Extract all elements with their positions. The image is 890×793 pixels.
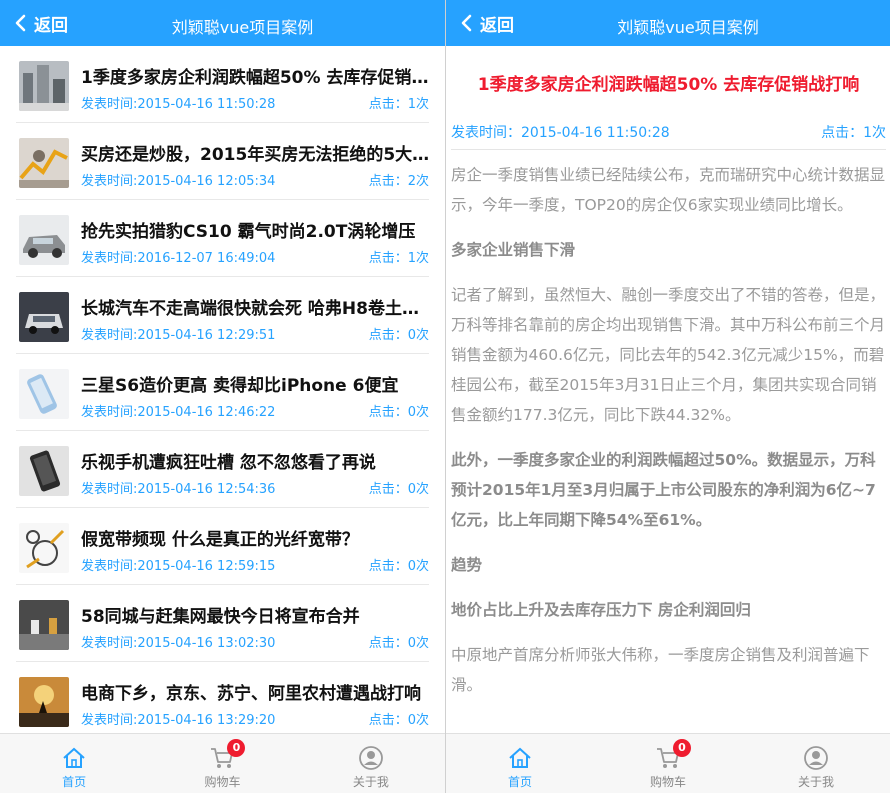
news-title: 电商下乡，京东、苏宁、阿里农村遭遇战打响 bbox=[81, 684, 421, 704]
user-icon bbox=[358, 746, 383, 770]
news-time: 发表时间:2015-04-16 12:46:22 bbox=[81, 405, 276, 420]
article-time: 发表时间：2015-04-16 11:50:28 bbox=[451, 125, 670, 141]
news-clicks: 点击：2次 bbox=[368, 174, 429, 189]
home-icon bbox=[63, 747, 85, 768]
tab-cart-label: 购物车 bbox=[204, 775, 241, 789]
news-clicks: 点击：0次 bbox=[368, 482, 429, 497]
page-title: 刘颖聪vue项目案例 bbox=[617, 18, 759, 37]
news-title: 1季度多家房企利润跌幅超50% 去库存促销战打响 bbox=[81, 68, 431, 88]
tab-home[interactable]: 首页 bbox=[0, 734, 148, 793]
news-item[interactable]: 长城汽车不走高端很快就会死 哈弗H8卷土重来 发表时间:2015-04-16 1… bbox=[16, 277, 431, 354]
thumbnail-image bbox=[19, 677, 69, 727]
news-clicks: 点击：0次 bbox=[368, 328, 429, 343]
news-item[interactable]: 电商下乡，京东、苏宁、阿里农村遭遇战打响 发表时间:2015-04-16 13:… bbox=[16, 662, 429, 733]
news-item[interactable]: 三星S6造价更高 卖得却比iPhone 6便宜 发表时间:2015-04-16 … bbox=[16, 354, 429, 431]
thumbnail-image bbox=[19, 446, 69, 496]
news-list: 1季度多家房企利润跌幅超50% 去库存促销战打响 发表时间:2015-04-16… bbox=[0, 46, 445, 733]
page-title: 刘颖聪vue项目案例 bbox=[171, 18, 314, 37]
news-clicks: 点击：0次 bbox=[368, 636, 429, 651]
news-time: 发表时间:2015-04-16 12:54:36 bbox=[81, 482, 276, 497]
news-title: 买房还是炒股，2015年买房无法拒绝的5大理由 bbox=[81, 145, 431, 165]
news-item[interactable]: 58同城与赶集网最快今日将宣布合并 发表时间:2015-04-16 13:02:… bbox=[16, 585, 429, 662]
article-paragraph: 房企一季度销售业绩已经陆续公布，克而瑞研究中心统计数据显示，今年一季度，TOP2… bbox=[451, 166, 886, 214]
news-time: 发表时间:2015-04-16 11:50:28 bbox=[81, 97, 276, 112]
article-subheading: 趋势 bbox=[451, 556, 483, 574]
news-clicks: 点击：0次 bbox=[368, 405, 429, 420]
tab-bar: 首页 0 购物车 关于我 bbox=[0, 733, 445, 793]
article-paragraph: 记者了解到，虽然恒大、融创一季度交出了不错的答卷，但是，万科等排名靠前的房企均出… bbox=[451, 286, 886, 424]
news-title: 假宽带频现 什么是真正的光纤宽带？ bbox=[81, 530, 359, 550]
article-body: 房企一季度销售业绩已经陆续公布，克而瑞研究中心统计数据显示，今年一季度，TOP2… bbox=[451, 160, 886, 700]
news-title: 乐视手机遭疯狂吐槽 忽不忽悠看了再说 bbox=[81, 453, 376, 473]
news-list-screen: 返回 刘颖聪vue项目案例 1季度多家房企利润跌幅超50% 去库存促销战打响 发… bbox=[0, 0, 445, 793]
tab-home-label: 首页 bbox=[62, 775, 87, 789]
news-clicks: 点击：0次 bbox=[368, 713, 429, 728]
thumbnail-image bbox=[19, 523, 69, 573]
news-item[interactable]: 1季度多家房企利润跌幅超50% 去库存促销战打响 发表时间:2015-04-16… bbox=[16, 46, 431, 123]
news-time: 发表时间:2015-04-16 12:05:34 bbox=[81, 174, 276, 189]
thumbnail-image bbox=[19, 138, 69, 188]
article-title: 1季度多家房企利润跌幅超50% 去库存促销战打响 bbox=[477, 75, 860, 95]
news-title: 58同城与赶集网最快今日将宣布合并 bbox=[81, 607, 360, 627]
article-content: 1季度多家房企利润跌幅超50% 去库存促销战打响 发表时间：2015-04-16… bbox=[446, 46, 890, 733]
user-icon bbox=[804, 746, 828, 770]
tab-about[interactable]: 关于我 bbox=[742, 734, 890, 793]
article-clicks: 点击：1次 bbox=[821, 125, 886, 141]
news-time: 发表时间:2015-04-16 13:02:30 bbox=[81, 636, 276, 651]
article-paragraph: 中原地产首席分析师张大伟称，一季度房企销售及利润普遍下滑。 bbox=[451, 646, 870, 694]
news-title: 长城汽车不走高端很快就会死 哈弗H8卷土重来 bbox=[81, 299, 431, 319]
tab-cart-label: 购物车 bbox=[649, 775, 686, 789]
news-time: 发表时间:2016-12-07 16:49:04 bbox=[81, 251, 276, 266]
news-clicks: 点击：1次 bbox=[368, 97, 429, 112]
tab-cart[interactable]: 0 购物车 bbox=[148, 734, 296, 793]
news-item[interactable]: 假宽带频现 什么是真正的光纤宽带？ 发表时间:2015-04-16 12:59:… bbox=[16, 508, 429, 585]
home-icon bbox=[509, 747, 531, 768]
tab-home[interactable]: 首页 bbox=[446, 734, 594, 793]
thumbnail-image bbox=[19, 215, 69, 265]
article-meta: 发表时间：2015-04-16 11:50:28 点击：1次 bbox=[451, 122, 886, 150]
tab-about-label: 关于我 bbox=[352, 775, 389, 789]
article-screen: 返回 刘颖聪vue项目案例 1季度多家房企利润跌幅超50% 去库存促销战打响 发… bbox=[446, 0, 890, 793]
news-clicks: 点击：0次 bbox=[368, 559, 429, 574]
tab-about-label: 关于我 bbox=[797, 775, 834, 789]
thumbnail-image bbox=[19, 369, 69, 419]
news-time: 发表时间:2015-04-16 13:29:20 bbox=[81, 713, 276, 728]
news-time: 发表时间:2015-04-16 12:59:15 bbox=[81, 559, 276, 574]
thumbnail-image bbox=[19, 61, 69, 111]
news-item[interactable]: 乐视手机遭疯狂吐槽 忽不忽悠看了再说 发表时间:2015-04-16 12:54… bbox=[16, 431, 429, 508]
news-time: 发表时间:2015-04-16 12:29:51 bbox=[81, 328, 276, 343]
tab-bar: 首页 0 购物车 关于我 bbox=[446, 733, 890, 793]
cart-badge: 0 bbox=[673, 739, 691, 757]
cart-badge: 0 bbox=[227, 739, 246, 757]
article-subheading: 地价占比上升及去库存压力下 房企利润回归 bbox=[451, 601, 751, 619]
news-item[interactable]: 买房还是炒股，2015年买房无法拒绝的5大理由 发表时间:2015-04-16 … bbox=[16, 123, 431, 200]
tab-home-label: 首页 bbox=[507, 775, 532, 789]
news-clicks: 点击：1次 bbox=[368, 251, 429, 266]
thumbnail-image bbox=[19, 292, 69, 342]
article-subheading: 多家企业销售下滑 bbox=[451, 241, 576, 259]
tab-about[interactable]: 关于我 bbox=[297, 734, 445, 793]
news-title: 三星S6造价更高 卖得却比iPhone 6便宜 bbox=[81, 376, 399, 396]
header-bar: 返回 刘颖聪vue项目案例 bbox=[0, 0, 445, 46]
article-paragraph-bold: 此外，一季度多家企业的利润跌幅超过50%。数据显示，万科预计2015年1月至3月… bbox=[451, 451, 876, 529]
tab-cart[interactable]: 0 购物车 bbox=[594, 734, 742, 793]
news-title: 抢先实拍猎豹CS10 霸气时尚2.0T涡轮增压 bbox=[81, 222, 416, 242]
header-bar: 返回 刘颖聪vue项目案例 bbox=[446, 0, 890, 46]
thumbnail-image bbox=[19, 600, 69, 650]
news-item[interactable]: 抢先实拍猎豹CS10 霸气时尚2.0T涡轮增压 发表时间:2016-12-07 … bbox=[16, 200, 429, 277]
